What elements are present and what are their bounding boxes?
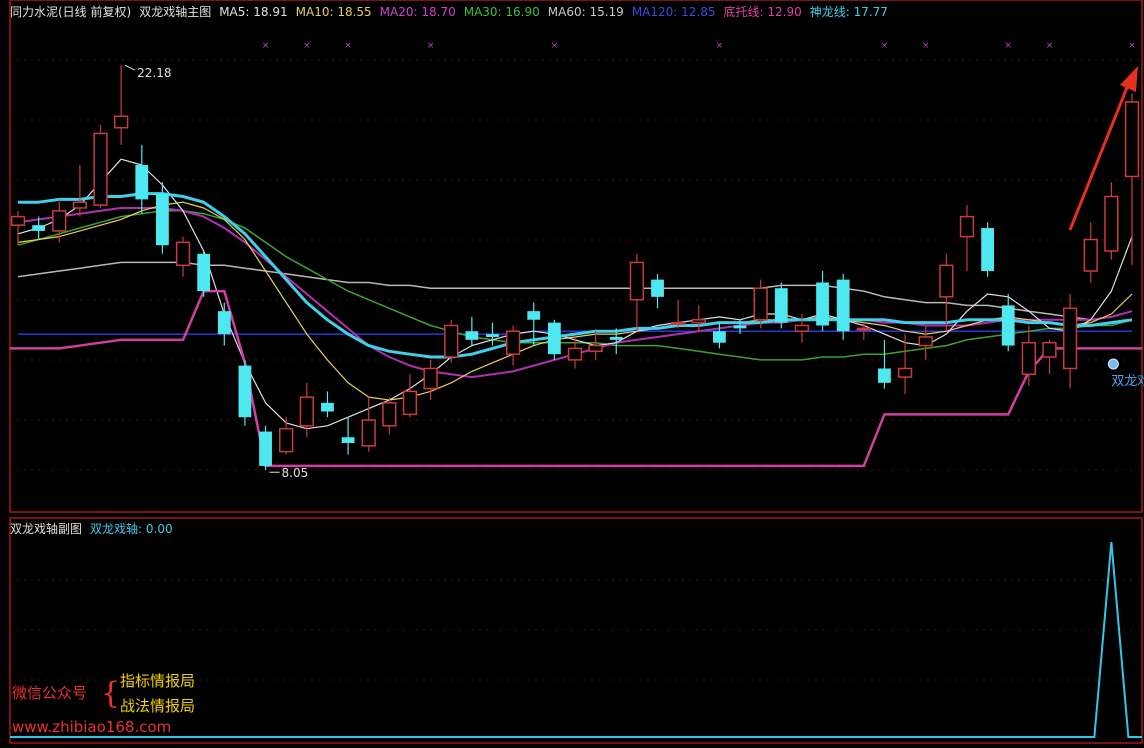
trend-arrow-shaft	[1068, 79, 1132, 231]
ma60-line	[17, 261, 1133, 321]
top-signal-marker: ×	[551, 41, 559, 51]
candle-up	[1124, 101, 1140, 178]
candle-up	[959, 215, 975, 238]
candle-down	[1001, 305, 1015, 346]
main-chart-header: 同力水泥(日线 前复权) 双龙戏轴主图 MA5: 18.91 MA10: 18.…	[10, 4, 888, 20]
candle-down	[197, 253, 211, 292]
trend-arrow-head	[1120, 66, 1138, 92]
ma5-line	[17, 158, 1133, 430]
candle-down	[713, 331, 726, 343]
candle-down	[217, 311, 231, 335]
candle-up	[939, 264, 954, 298]
top-signal-marker: ×	[881, 41, 889, 51]
top-signal-marker: ×	[922, 41, 930, 51]
legend-ma10: MA10: 18.55	[295, 5, 372, 19]
watermark-line2: 战法情报局	[120, 697, 196, 715]
candle-up	[794, 324, 810, 332]
top-signal-marker: ×	[1046, 41, 1054, 51]
candle-up	[175, 241, 191, 267]
low-price-label: 8.05	[282, 466, 309, 480]
candle-down	[156, 193, 169, 246]
candle-down	[878, 368, 891, 383]
top-signal-marker: ×	[344, 41, 352, 51]
legend-ma5: MA5: 18.91	[219, 5, 288, 19]
legend-ma30: MA30: 16.90	[463, 5, 540, 19]
candle-down	[135, 164, 149, 200]
high-pointer	[124, 64, 136, 71]
candle-up	[918, 336, 933, 347]
legend-ma20: MA20: 18.70	[379, 5, 456, 19]
top-signal-marker: ×	[427, 41, 435, 51]
candle-down	[609, 336, 623, 340]
candle-down	[816, 282, 829, 326]
candle-up	[1042, 341, 1057, 358]
candle-up	[72, 201, 88, 209]
candle-up	[1062, 307, 1078, 370]
signal-dot	[1107, 358, 1119, 370]
sub-indicator-name: 双龙戏轴副图	[10, 522, 83, 536]
candle-up	[897, 367, 913, 378]
top-signal-marker: ×	[1128, 41, 1136, 51]
candle-up	[299, 396, 314, 427]
candle-up	[588, 344, 603, 353]
chart-stage: 22.18 8.05 × × × × × × × × × × × 双龙戏轴 同力水泥(日线 前复权) 双龙…	[0, 0, 1144, 744]
candle-down	[774, 288, 788, 323]
top-signal-marker: ×	[1004, 41, 1012, 51]
candle-up	[856, 327, 871, 331]
candle-up	[382, 402, 397, 427]
indicator-name: 双龙戏轴主图	[139, 5, 212, 19]
candle-down	[733, 325, 747, 329]
watermark-line1: 指标情报局	[120, 672, 196, 690]
signal-label: 双龙戏轴	[1111, 374, 1144, 389]
base-support-line	[10, 289, 1142, 468]
candle-down	[547, 322, 561, 355]
candle-up	[1021, 341, 1036, 375]
watermark-wechat: 微信公众号	[12, 684, 88, 702]
candle-down	[259, 431, 272, 466]
candle-up	[753, 287, 768, 321]
kline-chart-svg[interactable]: 22.18 8.05 × × × × × × × × × × × 双龙戏轴	[0, 0, 1144, 744]
sub-indicator-value: 双龙戏轴: 0.00	[90, 522, 173, 536]
candle-down	[486, 334, 499, 337]
legend-base-line: 底托线: 12.90	[723, 5, 802, 19]
candle-down	[238, 365, 252, 418]
candle-up	[114, 115, 129, 129]
candle-up	[423, 367, 438, 390]
candle-down	[32, 225, 46, 231]
high-price-label: 22.18	[137, 66, 171, 80]
candle-down	[321, 402, 334, 412]
candle-up	[567, 347, 583, 361]
top-signal-marker: ×	[262, 41, 270, 51]
legend-ma120: MA120: 12.85	[631, 5, 716, 19]
candle-up	[1104, 195, 1119, 252]
sub-chart-header: 双龙戏轴副图 双龙戏轴: 0.00	[10, 520, 173, 537]
candle-up	[629, 261, 645, 301]
candle-down	[465, 331, 479, 340]
candle-down	[981, 228, 994, 272]
candle-up	[444, 324, 459, 358]
candle-up	[10, 215, 26, 226]
top-signal-marker: ×	[716, 41, 724, 51]
candle-up	[1083, 238, 1098, 272]
watermark-url: www.zhibiao168.com	[12, 718, 172, 736]
stock-title: 同力水泥(日线 前复权)	[10, 5, 132, 19]
candle-up	[279, 427, 294, 453]
candle-up	[402, 390, 418, 416]
watermark-brace: {	[101, 676, 121, 711]
candle-up	[671, 321, 686, 325]
candle-up	[93, 132, 108, 206]
candle-up	[361, 419, 376, 447]
candle-down	[341, 437, 355, 444]
candle-down	[651, 279, 664, 297]
top-signal-marker: ×	[303, 41, 311, 51]
candle-up	[52, 210, 67, 232]
legend-ma60: MA60: 15.19	[547, 5, 624, 19]
candle-down	[836, 279, 850, 332]
legend-dragon-line: 神龙线: 17.77	[809, 5, 888, 19]
candle-up	[505, 330, 521, 355]
candle-down	[527, 311, 541, 320]
candle-up	[691, 319, 706, 324]
